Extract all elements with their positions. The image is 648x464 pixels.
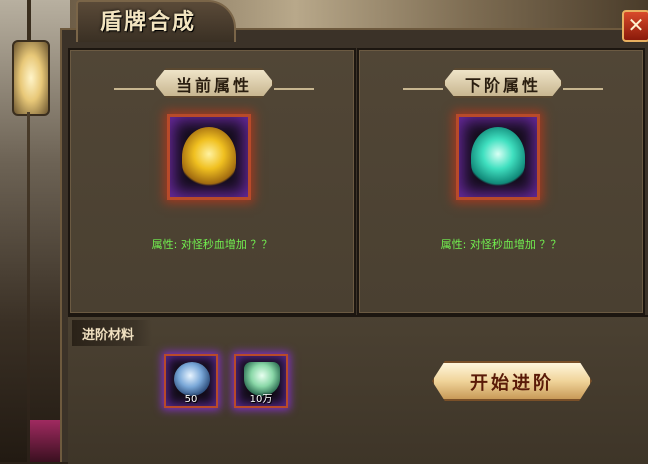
header-deco-left <box>403 88 443 90</box>
current-attribute-text: 属性: 对怪秒血增加 ？？ <box>151 238 273 251</box>
material-count: 50 <box>184 394 198 405</box>
current-header: 当前属性 <box>175 76 252 95</box>
current-attribute-panel: 当前属性 属性: 对怪秒血增加 ？？ <box>68 48 356 315</box>
left-decoration <box>30 420 60 462</box>
teal-shield-icon <box>471 127 525 187</box>
header-deco-right <box>274 88 314 90</box>
next-header: 下阶属性 <box>464 76 541 95</box>
blue-orb-icon <box>174 362 210 396</box>
window-title: 盾牌合成 <box>100 9 197 35</box>
start-advance-label[interactable]: 开始进阶 <box>432 369 592 395</box>
next-item-slot[interactable] <box>456 114 540 200</box>
header-deco-right <box>563 88 603 90</box>
current-item-slot[interactable] <box>167 114 251 200</box>
material-slot-1[interactable]: 50 <box>164 354 218 408</box>
materials-header: 进阶材料 <box>82 328 135 343</box>
material-count: 10万 <box>249 394 273 405</box>
lantern-icon <box>12 40 50 116</box>
lantern-rod <box>27 0 31 42</box>
gold-shield-icon <box>182 127 236 187</box>
next-attribute-text: 属性: 对怪秒血增加 ？？ <box>440 238 562 251</box>
lantern-chain <box>27 112 30 462</box>
next-attribute-panel: 下阶属性 属性: 对怪秒血增加 ？？ <box>357 48 645 315</box>
material-slot-2[interactable]: 10万 <box>234 354 288 408</box>
close-button[interactable]: ✕ <box>622 10 648 42</box>
header-deco-left <box>114 88 154 90</box>
